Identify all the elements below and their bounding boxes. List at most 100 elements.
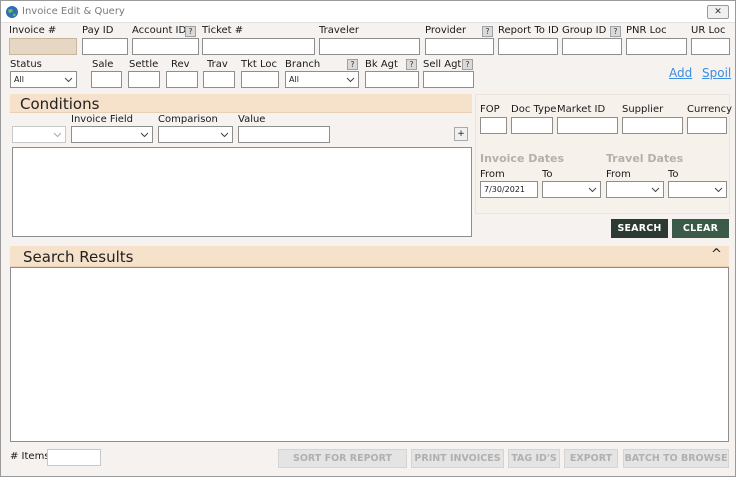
doc-type-field[interactable] [511, 117, 553, 134]
currency-label: Currency [687, 104, 733, 115]
rev-field[interactable] [166, 71, 198, 88]
account-id-label: Account ID [132, 25, 187, 36]
clear-button[interactable]: CLEAR [672, 219, 729, 238]
traveler-field[interactable] [319, 38, 420, 55]
pnr-loc-label: PNR Loc [626, 25, 667, 36]
fop-field[interactable] [480, 117, 507, 134]
sell-agt-help-icon[interactable]: ? [462, 59, 473, 70]
search-results-header: Search Results ^ [10, 246, 729, 267]
doc-type-label: Doc Type [511, 104, 557, 115]
invoice-dates-heading: Invoice Dates [480, 152, 565, 165]
provider-help-icon[interactable]: ? [482, 26, 493, 37]
group-id-help-icon[interactable]: ? [610, 26, 621, 37]
pnr-loc-field[interactable] [626, 38, 687, 55]
settle-label: Settle [129, 59, 159, 70]
account-id-help-icon[interactable]: ? [185, 26, 196, 37]
invoice-to-label: To [542, 169, 553, 180]
report-to-id-label: Report To ID [498, 25, 559, 36]
trav-field[interactable] [203, 71, 235, 88]
bk-agt-field[interactable] [365, 71, 419, 88]
chevron-down-icon [714, 187, 723, 193]
status-select[interactable]: All [10, 71, 77, 88]
add-link[interactable]: Add [669, 66, 692, 80]
title-bar: Invoice Edit & Query ✕ [1, 1, 735, 23]
travel-from-date[interactable] [606, 181, 664, 198]
comparison-label: Comparison [158, 114, 218, 125]
sell-agt-field[interactable] [423, 71, 474, 88]
chevron-down-icon [220, 132, 229, 138]
travel-dates-heading: Travel Dates [606, 152, 684, 165]
invoice-to-date[interactable] [542, 181, 601, 198]
market-id-field[interactable] [557, 117, 618, 134]
trav-label: Trav [207, 59, 228, 70]
pay-id-label: Pay ID [82, 25, 114, 36]
branch-label: Branch [285, 59, 321, 70]
chevron-down-icon [588, 187, 597, 193]
app-globe-icon [6, 6, 18, 18]
search-button[interactable]: SEARCH [611, 219, 668, 238]
value-label: Value [238, 114, 266, 125]
conditions-list[interactable] [12, 147, 472, 237]
invoice-field-label: Invoice Field [71, 114, 134, 125]
status-select-value: All [14, 75, 24, 84]
ur-loc-field[interactable] [691, 38, 730, 55]
currency-field[interactable] [687, 117, 727, 134]
tkt-loc-field[interactable] [241, 71, 279, 88]
invoice-from-date[interactable]: 7/30/2021 [480, 181, 538, 198]
search-results-grid[interactable] [10, 267, 729, 442]
ticket-label: Ticket # [202, 25, 244, 36]
batch-to-browse-button[interactable]: BATCH TO BROWSE [623, 449, 729, 468]
chevron-down-icon [346, 77, 355, 83]
items-count-field [47, 449, 101, 466]
chevron-down-icon [53, 132, 62, 138]
conditions-title: Conditions [20, 95, 100, 113]
tag-ids-button[interactable]: TAG ID'S [508, 449, 560, 468]
status-label: Status [10, 59, 42, 70]
traveler-label: Traveler [319, 25, 359, 36]
invoice-window: Invoice Edit & Query ✕ Invoice # Pay ID … [0, 0, 736, 477]
provider-field[interactable] [425, 38, 494, 55]
fop-label: FOP [480, 104, 500, 115]
supplier-label: Supplier [622, 104, 664, 115]
tkt-loc-label: Tkt Loc [241, 59, 278, 70]
sell-agt-label: Sell Agt [423, 59, 462, 70]
invoice-number-field[interactable] [9, 38, 77, 55]
export-button[interactable]: EXPORT [564, 449, 618, 468]
travel-to-date[interactable] [668, 181, 727, 198]
add-condition-button[interactable]: + [454, 127, 468, 141]
window-title: Invoice Edit & Query [22, 6, 125, 17]
print-invoices-button[interactable]: PRINT INVOICES [411, 449, 504, 468]
collapse-results-icon[interactable]: ^ [711, 247, 722, 262]
chevron-down-icon [140, 132, 149, 138]
supplier-field[interactable] [622, 117, 683, 134]
ur-loc-label: UR Loc [691, 25, 726, 36]
provider-label: Provider [425, 25, 467, 36]
rev-label: Rev [171, 59, 190, 70]
travel-to-label: To [668, 169, 679, 180]
ticket-field[interactable] [202, 38, 315, 55]
branch-select-value: All [289, 75, 299, 84]
pay-id-field[interactable] [82, 38, 128, 55]
market-id-label: Market ID [557, 104, 606, 115]
sort-for-report-button[interactable]: SORT FOR REPORT [278, 449, 407, 468]
comparison-select[interactable] [158, 126, 233, 143]
items-count-label: # Items [10, 451, 50, 462]
branch-help-icon[interactable]: ? [347, 59, 358, 70]
travel-from-label: From [606, 169, 631, 180]
sale-field[interactable] [91, 71, 122, 88]
account-id-field[interactable] [132, 38, 199, 55]
invoice-from-date-value: 7/30/2021 [484, 185, 526, 194]
group-id-field[interactable] [562, 38, 622, 55]
condition-connector-select[interactable] [12, 126, 66, 143]
spoil-link[interactable]: Spoil [702, 66, 731, 80]
report-to-id-field[interactable] [498, 38, 558, 55]
close-button[interactable]: ✕ [707, 5, 729, 19]
chevron-down-icon [651, 187, 660, 193]
condition-value-field[interactable] [238, 126, 330, 143]
invoice-field-select[interactable] [71, 126, 153, 143]
settle-field[interactable] [128, 71, 160, 88]
group-id-label: Group ID [562, 25, 607, 36]
branch-select[interactable]: All [285, 71, 359, 88]
sale-label: Sale [92, 59, 114, 70]
bk-agt-help-icon[interactable]: ? [406, 59, 417, 70]
